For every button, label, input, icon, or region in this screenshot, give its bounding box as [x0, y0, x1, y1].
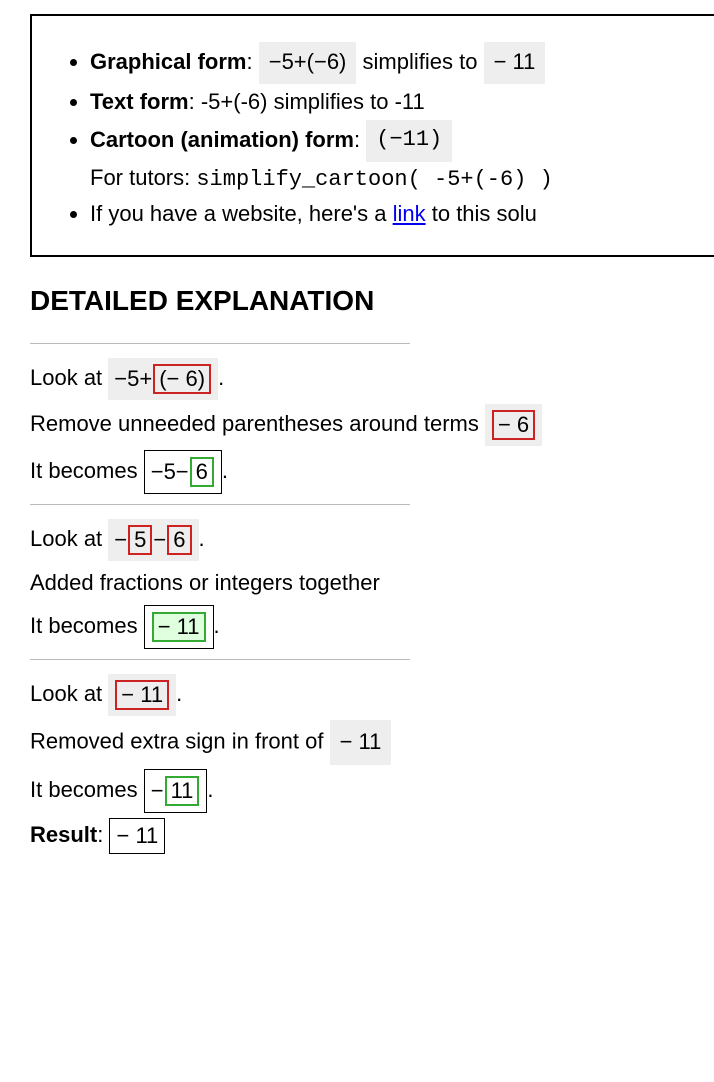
step3-explain-chip: − 11: [330, 720, 392, 765]
step2-expr-pre1: −: [114, 527, 127, 552]
summary-item-cartoon: Cartoon (animation) form: (−11) For tuto…: [90, 120, 704, 196]
summary-item-text: Text form: -5+(-6) simplifies to -11: [90, 86, 704, 118]
summary-item-graphical: Graphical form: −5+(−6) simplifies to − …: [90, 42, 704, 84]
website-suffix: to this solu: [426, 201, 537, 226]
solution-link[interactable]: link: [393, 201, 426, 226]
step1-becomes-pre: −5−: [151, 459, 189, 484]
step3-becomes: It becomes −11 .: [30, 769, 714, 813]
section-heading: DETAILED EXPLANATION: [30, 285, 714, 317]
lookat-label: Look at: [30, 526, 108, 551]
website-prefix: If you have a website, here's a: [90, 201, 393, 226]
step3-becomes-hi: 11: [165, 776, 200, 806]
step3-expr-hi: − 11: [115, 680, 169, 710]
for-tutors-code: simplify_cartoon( -5+(-6) ): [196, 167, 552, 192]
cartoon-form-label: Cartoon (animation) form: [90, 127, 354, 152]
step1-explain-chip-inner: − 6: [492, 410, 535, 440]
step3-explain: Removed extra sign in front of − 11: [30, 720, 714, 765]
step1-expr: −5+(− 6): [108, 358, 218, 400]
step2-lookat: Look at −5−6 .: [30, 519, 714, 561]
page: Graphical form: −5+(−6) simplifies to − …: [0, 0, 714, 888]
step1-lookat: Look at −5+(− 6) .: [30, 358, 714, 400]
graphical-result: − 11: [484, 42, 546, 84]
for-tutors-label: For tutors:: [90, 165, 196, 190]
step1-expr-hi: (− 6): [153, 364, 211, 394]
step3-becomes-chip: −11: [144, 769, 208, 813]
step2-expr-mid: −: [153, 527, 166, 552]
result-line: Result: − 11: [30, 817, 714, 854]
step1-becomes-chip: −5−6: [144, 450, 222, 494]
lookat-label: Look at: [30, 680, 108, 705]
step3-explain-text: Removed extra sign in front of: [30, 728, 330, 753]
step2-explain-text: Added fractions or integers together: [30, 570, 380, 595]
result-chip: − 11: [109, 818, 165, 854]
graphical-form-label: Graphical form: [90, 49, 246, 74]
step3-lookat: Look at − 11 .: [30, 674, 714, 716]
becomes-label: It becomes: [30, 458, 144, 483]
summary-item-link: If you have a website, here's a link to …: [90, 198, 704, 230]
result-label: Result: [30, 822, 97, 847]
step2-becomes-hi: − 11: [152, 612, 206, 642]
simplifies-to-text: simplifies to: [363, 49, 484, 74]
step2-explain: Added fractions or integers together: [30, 565, 714, 600]
becomes-label: It becomes: [30, 777, 144, 802]
step1-becomes: It becomes −5−6 .: [30, 450, 714, 494]
becomes-label: It becomes: [30, 612, 144, 637]
step2-expr-hi1: 5: [128, 525, 152, 555]
divider: [30, 659, 410, 660]
text-form-body: : -5+(-6) simplifies to -11: [189, 89, 425, 114]
step2-becomes: It becomes − 11 .: [30, 605, 714, 649]
step1-explain-text: Remove unneeded parentheses around terms: [30, 411, 485, 436]
step3-expr: − 11: [108, 674, 176, 716]
text-form-label: Text form: [90, 89, 189, 114]
step1-expr-pre: −5+: [114, 366, 152, 391]
step2-becomes-chip: − 11: [144, 605, 214, 649]
lookat-label: Look at: [30, 365, 108, 390]
divider: [30, 504, 410, 505]
cartoon-expr: (−11): [366, 120, 452, 162]
graphical-expr: −5+(−6): [259, 42, 357, 84]
step3-becomes-pre: −: [151, 778, 164, 803]
step1-explain-chip: − 6: [485, 404, 542, 446]
divider: [30, 343, 410, 344]
summary-list: Graphical form: −5+(−6) simplifies to − …: [62, 42, 704, 229]
summary-box: Graphical form: −5+(−6) simplifies to − …: [30, 14, 714, 257]
step1-becomes-hi: 6: [190, 457, 214, 487]
step1-explain: Remove unneeded parentheses around terms…: [30, 404, 714, 446]
step2-expr: −5−6: [108, 519, 198, 561]
step2-expr-hi2: 6: [167, 525, 191, 555]
